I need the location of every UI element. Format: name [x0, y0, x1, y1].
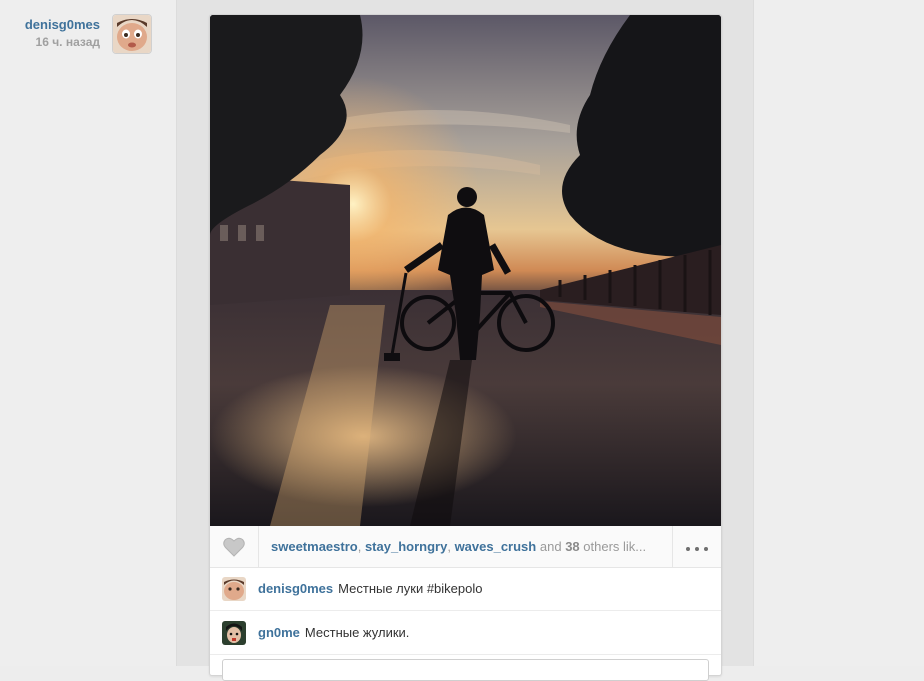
comment-text: gn0me Местные жулики. [258, 612, 409, 654]
post-author-block: denisg0mes 16 ч. назад [0, 16, 100, 50]
photo-image [210, 15, 721, 526]
comment-input[interactable] [222, 659, 709, 681]
caption-username-link[interactable]: denisg0mes [258, 581, 333, 596]
left-gutter: denisg0mes 16 ч. назад [0, 0, 177, 666]
comment-body: Местные жулики. [304, 625, 410, 640]
avatar[interactable] [222, 577, 246, 601]
heart-icon [223, 537, 245, 557]
likes-and-word: and [539, 539, 562, 554]
comment-username-link[interactable]: gn0me [258, 625, 300, 640]
avatar[interactable] [222, 621, 246, 645]
liker-link[interactable]: stay_horngry [365, 539, 447, 554]
avatar-image [222, 577, 246, 601]
more-options-button[interactable] [672, 526, 721, 567]
author-username-link[interactable]: denisg0mes [0, 16, 100, 34]
liker-link[interactable]: sweetmaestro [271, 539, 358, 554]
post-card: sweetmaestro, stay_horngry, waves_crush … [209, 14, 722, 681]
post-photo[interactable] [210, 15, 721, 526]
post-actions-bar: sweetmaestro, stay_horngry, waves_crush … [210, 526, 721, 568]
caption-row: denisg0mes Местные луки #bikepolo [210, 568, 721, 611]
caption-body: Местные луки #bikepolo [338, 581, 483, 596]
right-gutter [753, 0, 924, 666]
caption-text: denisg0mes Местные луки #bikepolo [258, 568, 482, 610]
liker-link[interactable]: waves_crush [455, 539, 537, 554]
avatar-face-image [113, 15, 151, 53]
author-avatar[interactable] [112, 14, 152, 54]
comment-row: gn0me Местные жулики. [210, 612, 721, 655]
avatar-image [222, 621, 246, 645]
likes-summary: sweetmaestro, stay_horngry, waves_crush … [271, 539, 647, 554]
ellipsis-icon [684, 538, 711, 556]
likes-others-count[interactable]: 38 [565, 539, 579, 554]
post-timestamp: 16 ч. назад [35, 35, 100, 49]
likes-others-text[interactable]: others lik... [583, 539, 646, 554]
like-button[interactable] [210, 526, 259, 567]
